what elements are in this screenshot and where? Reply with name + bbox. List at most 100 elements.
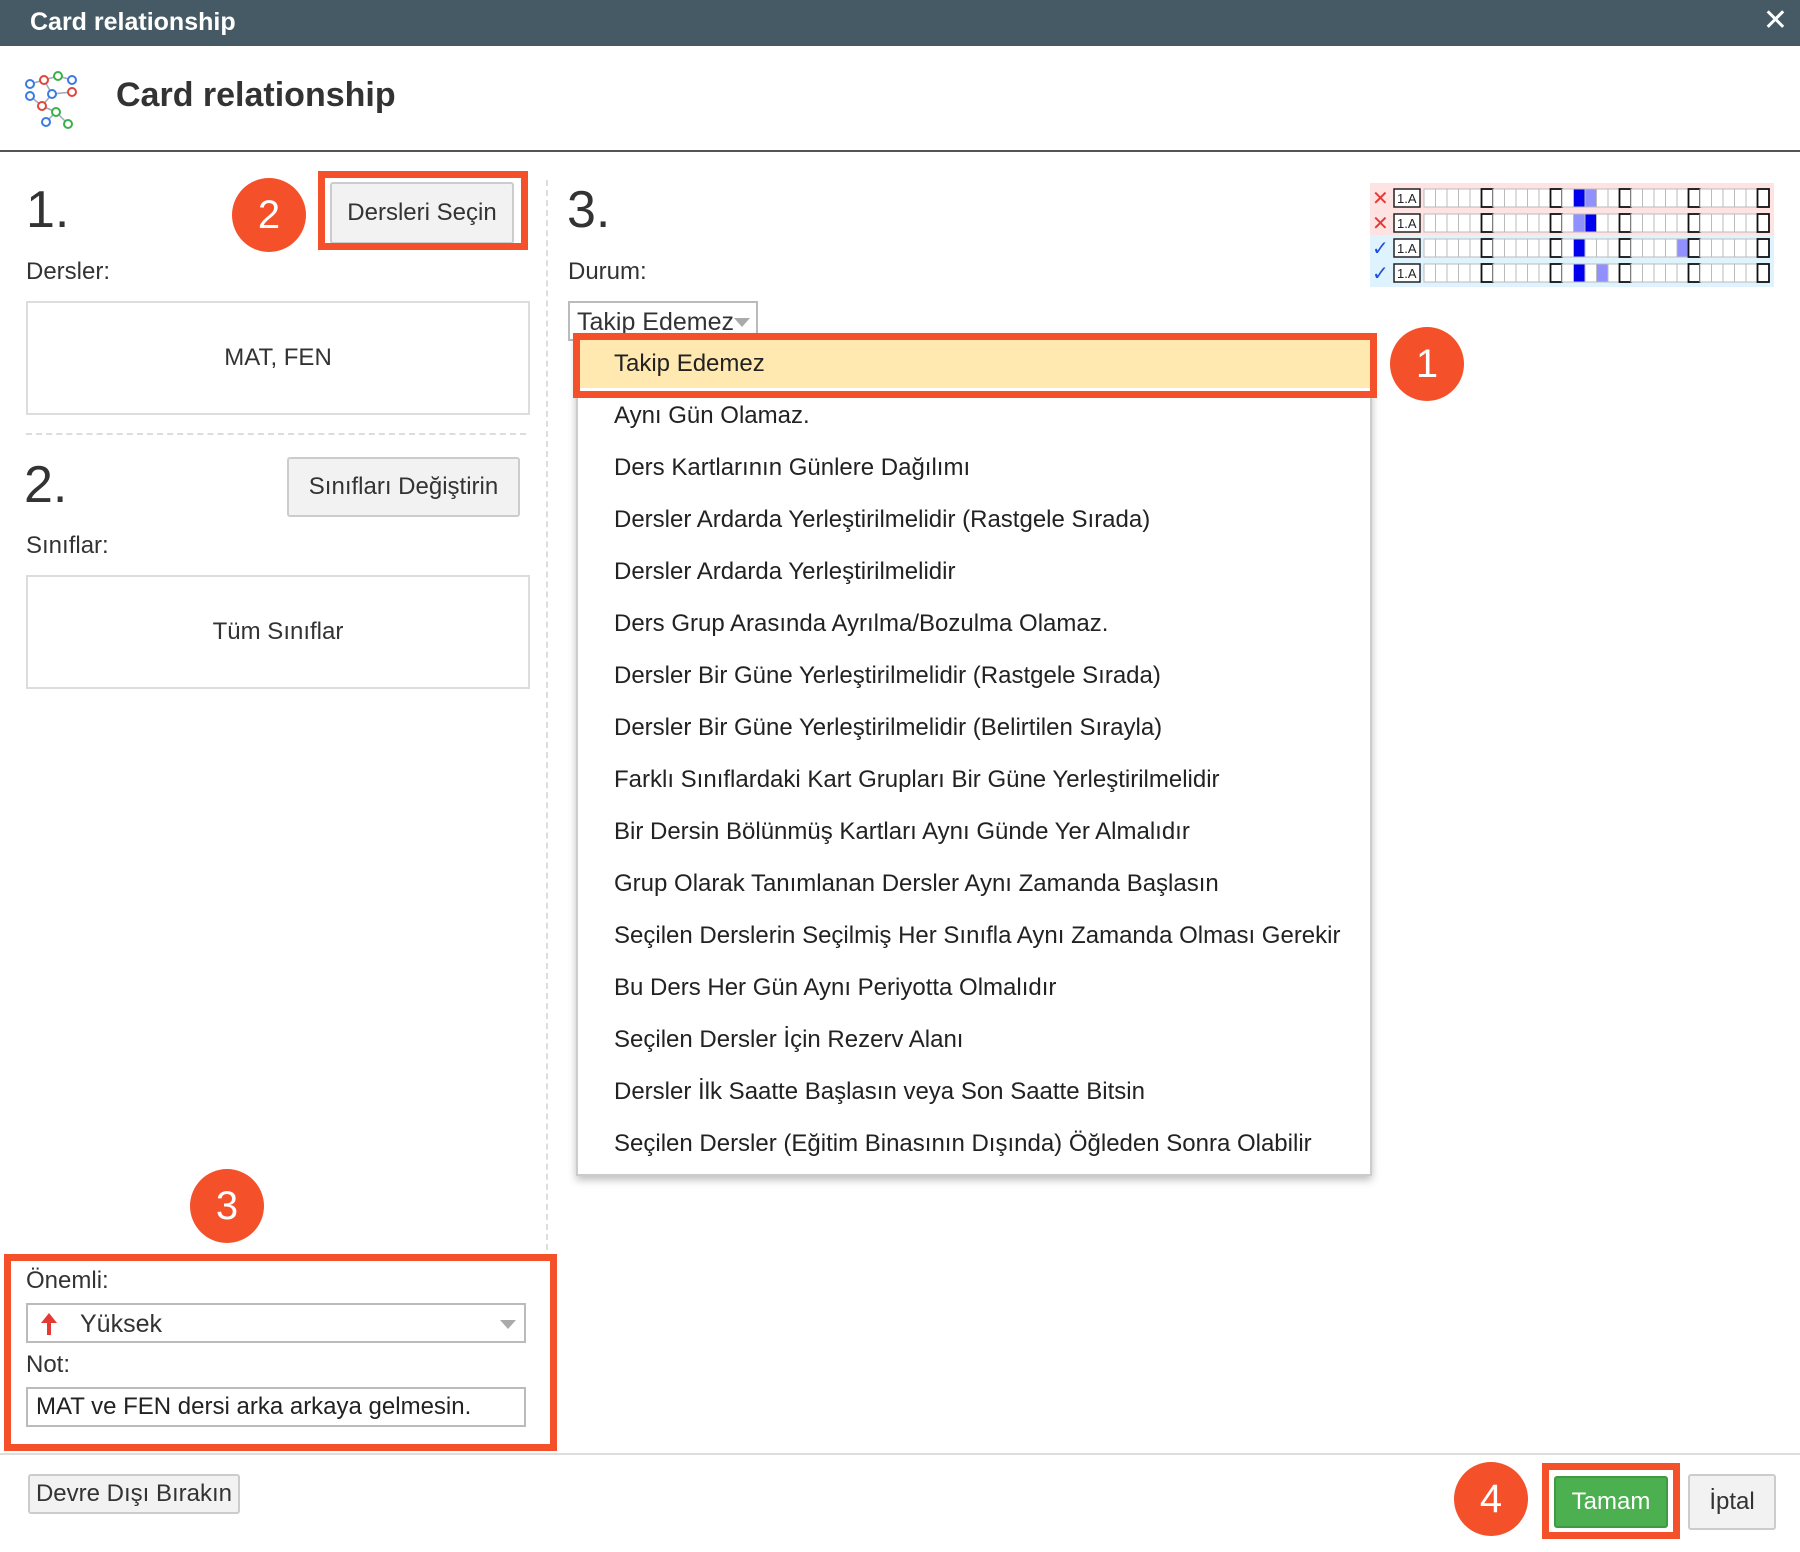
ok-button[interactable]: Tamam: [1554, 1476, 1668, 1528]
period-cell: [1446, 238, 1459, 258]
period-cell: [1446, 188, 1459, 208]
period-cell: [1618, 238, 1632, 258]
period-cell: [1504, 263, 1517, 283]
period-cell: [1722, 238, 1735, 258]
period-cell: [1504, 238, 1517, 258]
annotation-marker-2: 2: [232, 178, 306, 252]
period-cell: [1492, 213, 1505, 233]
preview-row: ✕ 1.A: [1372, 213, 1770, 235]
status-option[interactable]: Aynı Gün Olamaz.: [578, 392, 1370, 440]
status-option[interactable]: Dersler Bir Güne Yerleştirilmelidir (Bel…: [578, 704, 1370, 752]
change-classes-button[interactable]: Sınıfları Değiştirin: [287, 457, 520, 517]
annotation-marker-3: 3: [190, 1169, 264, 1243]
status-select-value: Takip Edemez: [577, 308, 735, 336]
status-option[interactable]: Dersler İlk Saatte Başlasın veya Son Saa…: [578, 1068, 1370, 1116]
chevron-down-icon: [500, 1320, 516, 1329]
period-cell: [1607, 188, 1620, 208]
note-input[interactable]: MAT ve FEN dersi arka arkaya gelmesin.: [26, 1387, 526, 1427]
period-cell: [1492, 188, 1505, 208]
period-cell: [1699, 238, 1712, 258]
period-cell: [1607, 263, 1620, 283]
period-cell: [1504, 188, 1517, 208]
status-option[interactable]: Farklı Sınıflardaki Kart Grupları Bir Gü…: [578, 756, 1370, 804]
window-title: Card relationship: [30, 8, 236, 36]
footer-divider: [0, 1453, 1800, 1455]
period-cell: [1538, 188, 1551, 208]
period-cell: [1653, 263, 1666, 283]
period-cell: [1630, 263, 1643, 283]
status-option[interactable]: Grup Olarak Tanımlanan Dersler Aynı Zama…: [578, 860, 1370, 908]
period-cell: [1469, 188, 1482, 208]
period-cell: [1549, 188, 1563, 208]
status-option[interactable]: Bir Dersin Bölünmüş Kartları Aynı Günde …: [578, 808, 1370, 856]
period-cell: [1538, 238, 1551, 258]
period-cell: [1561, 263, 1574, 283]
period-cell: [1435, 238, 1448, 258]
disable-button[interactable]: Devre Dışı Bırakın: [28, 1474, 240, 1514]
status-option[interactable]: Ders Kartlarının Günlere Dağılımı: [578, 444, 1370, 492]
period-cell: [1618, 188, 1632, 208]
period-cell: [1596, 188, 1609, 208]
dialog-title: Card relationship: [116, 76, 396, 114]
period-cell: [1618, 213, 1632, 233]
preview-row: ✓ 1.A: [1372, 238, 1770, 260]
period-cell: [1734, 238, 1747, 258]
period-cell: [1469, 238, 1482, 258]
period-cell: [1480, 263, 1494, 283]
period-cell: [1642, 238, 1655, 258]
cross-icon: ✕: [1372, 213, 1389, 235]
status-option[interactable]: Takip Edemez: [578, 340, 1370, 388]
classes-value-box[interactable]: Tüm Sınıflar: [26, 575, 530, 689]
status-option[interactable]: Seçilen Dersler (Eğitim Binasının Dışınd…: [578, 1120, 1370, 1168]
period-cell: [1676, 263, 1689, 283]
period-cell: [1480, 213, 1494, 233]
period-cell: [1699, 263, 1712, 283]
close-icon[interactable]: ✕: [1763, 6, 1788, 36]
status-label: Durum:: [568, 258, 647, 285]
period-cell: [1538, 263, 1551, 283]
preview-row: ✓ 1.A: [1372, 263, 1770, 285]
period-cell: [1469, 213, 1482, 233]
status-option[interactable]: Dersler Ardarda Yerleştirilmelidir: [578, 548, 1370, 596]
importance-select[interactable]: Yüksek: [26, 1303, 526, 1343]
period-cell: [1745, 238, 1758, 258]
period-cell: [1561, 238, 1574, 258]
status-option[interactable]: Seçilen Dersler İçin Rezerv Alanı: [578, 1016, 1370, 1064]
period-cell: [1711, 213, 1724, 233]
status-option[interactable]: Seçilen Derslerin Seçilmiş Her Sınıfla A…: [578, 912, 1370, 960]
period-cell: [1734, 213, 1747, 233]
status-option[interactable]: Dersler Bir Güne Yerleştirilmelidir (Ras…: [578, 652, 1370, 700]
period-cell: [1722, 263, 1735, 283]
period-cell: [1676, 213, 1689, 233]
period-cell: [1745, 188, 1758, 208]
period-cell: [1561, 188, 1574, 208]
status-dropdown-list[interactable]: Takip Edemez Aynı Gün Olamaz. Ders Kartlar…: [576, 334, 1372, 1176]
period-cell: [1630, 238, 1643, 258]
lessons-value: MAT, FEN: [224, 344, 332, 371]
status-option[interactable]: Ders Grup Arasında Ayrılma/Bozulma Olama…: [578, 600, 1370, 648]
status-option[interactable]: Bu Ders Her Gün Aynı Periyotta Olmalıdır: [578, 964, 1370, 1012]
select-lessons-button[interactable]: Dersleri Seçin: [330, 182, 514, 244]
period-cell: [1446, 213, 1459, 233]
period-cell: [1687, 263, 1701, 283]
period-cell: [1734, 263, 1747, 283]
period-cell: [1527, 188, 1540, 208]
period-cell: [1458, 238, 1471, 258]
cancel-button[interactable]: İptal: [1688, 1474, 1776, 1530]
status-option[interactable]: Dersler Ardarda Yerleştirilmelidir (Rast…: [578, 496, 1370, 544]
note-value: MAT ve FEN dersi arka arkaya gelmesin.: [36, 1393, 472, 1420]
period-cell: [1699, 188, 1712, 208]
period-cell: [1480, 188, 1494, 208]
relationship-preview: ✕ 1.A ✕ 1.A ✓ 1.A ✓ 1.A: [1370, 183, 1774, 287]
section-divider: [26, 433, 526, 435]
period-cell: [1549, 263, 1563, 283]
period-cell: [1596, 213, 1609, 233]
class-label: 1.A: [1397, 241, 1417, 256]
period-cell: [1458, 263, 1471, 283]
period-cell: [1734, 188, 1747, 208]
period-cell: [1642, 213, 1655, 233]
lessons-value-box[interactable]: MAT, FEN: [26, 301, 530, 415]
period-cell: [1515, 213, 1528, 233]
lessons-label: Dersler:: [26, 258, 111, 285]
period-cell: [1527, 238, 1540, 258]
